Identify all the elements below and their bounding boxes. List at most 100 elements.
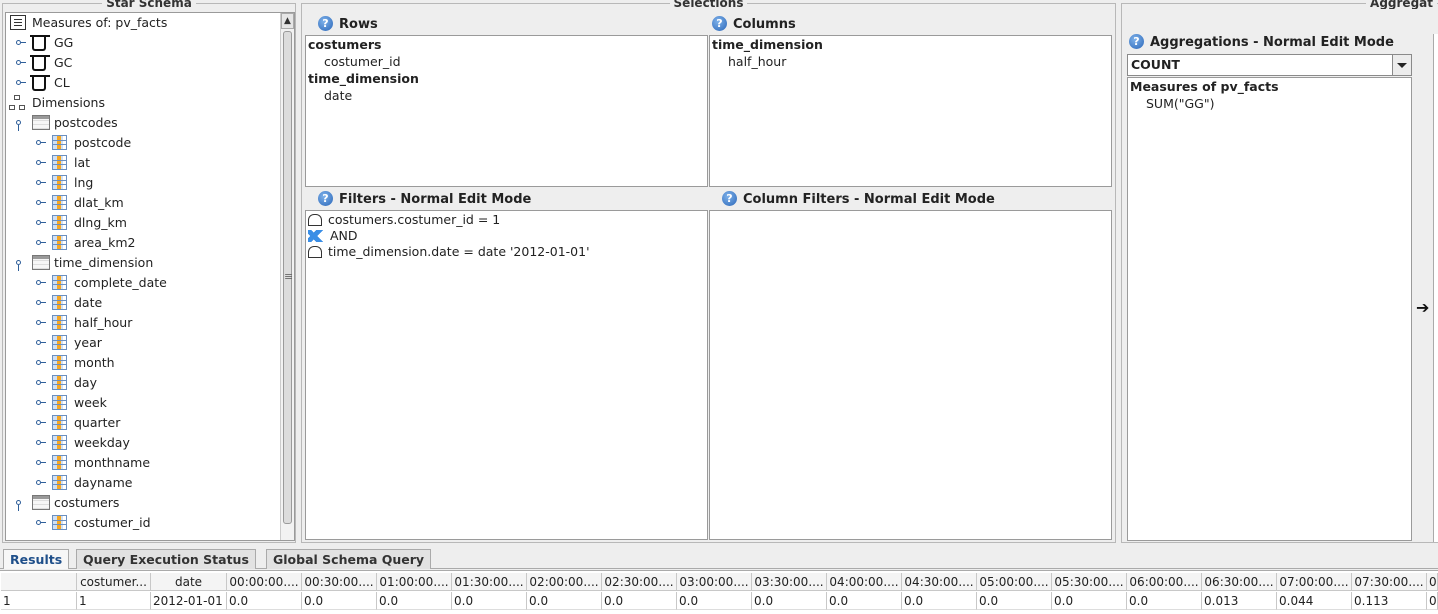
- table-cell[interactable]: 0.0: [302, 592, 377, 610]
- tree-item[interactable]: postcode: [6, 133, 276, 153]
- tree-item[interactable]: complete_date: [6, 273, 276, 293]
- scroll-thumb[interactable]: [283, 31, 292, 524]
- filter-line[interactable]: time_dimension.date = date '2012-01-01': [308, 244, 590, 260]
- chevron-down-icon[interactable]: [1392, 55, 1411, 75]
- table-cell[interactable]: 0.0: [602, 592, 677, 610]
- expand-toggle-icon[interactable]: [16, 33, 26, 53]
- column-header[interactable]: 00:00:00....: [227, 573, 302, 591]
- table-cell[interactable]: 0.0: [1127, 592, 1202, 610]
- table-cell[interactable]: 1: [1, 592, 77, 610]
- table-cell[interactable]: 0.2: [1427, 592, 1438, 610]
- table-cell[interactable]: 0.0: [377, 592, 452, 610]
- tab-global-schema-query[interactable]: Global Schema Query: [266, 549, 432, 569]
- column-filters-box[interactable]: [709, 210, 1112, 540]
- tree-item[interactable]: year: [6, 333, 276, 353]
- tree-item[interactable]: half_hour: [6, 313, 276, 333]
- tree-item[interactable]: dlng_km: [6, 213, 276, 233]
- expand-toggle-icon[interactable]: [36, 193, 46, 213]
- tree-item[interactable]: dayname: [6, 473, 276, 493]
- expand-toggle-icon[interactable]: [16, 53, 26, 73]
- rows-box[interactable]: costumers costumer_id time_dimension dat…: [305, 35, 708, 187]
- tab-results[interactable]: Results: [3, 549, 70, 569]
- tree-item[interactable]: Measures of: pv_facts: [6, 13, 276, 33]
- tree-item[interactable]: time_dimension: [6, 253, 276, 273]
- filter-operator[interactable]: AND: [308, 228, 358, 244]
- table-cell[interactable]: 0.0: [1052, 592, 1127, 610]
- columns-field-half-hour[interactable]: half_hour: [728, 54, 786, 70]
- aggregation-item[interactable]: SUM("GG"): [1146, 96, 1215, 112]
- expand-toggle-icon[interactable]: [16, 73, 26, 93]
- table-cell[interactable]: 0.0: [902, 592, 977, 610]
- expand-toggle-icon[interactable]: [36, 313, 46, 333]
- expand-toggle-icon[interactable]: [36, 433, 46, 453]
- expand-toggle-icon[interactable]: [36, 473, 46, 493]
- help-icon[interactable]: ?: [1129, 34, 1144, 49]
- expand-toggle-icon[interactable]: [36, 513, 46, 533]
- column-header[interactable]: 05:30:00....: [1052, 573, 1127, 591]
- expand-toggle-icon[interactable]: [36, 153, 46, 173]
- column-header[interactable]: 05:00:00....: [977, 573, 1052, 591]
- table-cell[interactable]: 0.044: [1277, 592, 1352, 610]
- tree-item[interactable]: lat: [6, 153, 276, 173]
- filter-line[interactable]: costumers.costumer_id = 1: [308, 212, 500, 228]
- column-header[interactable]: 06:30:00....: [1202, 573, 1277, 591]
- expand-toggle-icon[interactable]: [36, 453, 46, 473]
- columns-box[interactable]: time_dimension half_hour: [709, 35, 1112, 187]
- column-header[interactable]: 01:30:00....: [452, 573, 527, 591]
- tree-item[interactable]: costumer_id: [6, 513, 276, 533]
- tree-item[interactable]: day: [6, 373, 276, 393]
- table-cell[interactable]: 1: [77, 592, 151, 610]
- expand-toggle-icon[interactable]: [36, 413, 46, 433]
- table-cell[interactable]: 0.0: [677, 592, 752, 610]
- column-header[interactable]: 03:00:00....: [677, 573, 752, 591]
- expand-toggle-icon[interactable]: [36, 373, 46, 393]
- collapse-toggle-icon[interactable]: [16, 493, 26, 513]
- tree-item[interactable]: costumers: [6, 493, 276, 513]
- tree-item[interactable]: postcodes: [6, 113, 276, 133]
- arrow-right-icon[interactable]: ➔: [1416, 298, 1429, 317]
- tree-item[interactable]: CL: [6, 73, 276, 93]
- expand-toggle-icon[interactable]: [36, 133, 46, 153]
- table-cell[interactable]: 0.0: [227, 592, 302, 610]
- column-header[interactable]: costumer...: [77, 573, 151, 591]
- column-header[interactable]: 07:30:00....: [1352, 573, 1427, 591]
- tree-item[interactable]: lng: [6, 173, 276, 193]
- collapse-toggle-icon[interactable]: [16, 113, 26, 133]
- column-header[interactable]: 01:00:00....: [377, 573, 452, 591]
- column-header[interactable]: 03:30:00....: [752, 573, 827, 591]
- tree-item[interactable]: area_km2: [6, 233, 276, 253]
- table-cell[interactable]: 0.0: [977, 592, 1052, 610]
- table-cell[interactable]: 0.013: [1202, 592, 1277, 610]
- expand-toggle-icon[interactable]: [36, 393, 46, 413]
- tree-item[interactable]: date: [6, 293, 276, 313]
- rows-field-costumer-id[interactable]: costumer_id: [324, 54, 401, 70]
- expand-toggle-icon[interactable]: [36, 233, 46, 253]
- help-icon[interactable]: ?: [318, 16, 333, 31]
- tree-item[interactable]: quarter: [6, 413, 276, 433]
- expand-toggle-icon[interactable]: [36, 333, 46, 353]
- tree-item[interactable]: weekday: [6, 433, 276, 453]
- aggregation-select[interactable]: COUNT: [1127, 54, 1412, 76]
- collapse-toggle-icon[interactable]: [16, 253, 26, 273]
- column-header[interactable]: 02:00:00....: [527, 573, 602, 591]
- results-table[interactable]: costumer... date 00:00:00.... 00:30:00.... 0…: [0, 570, 1438, 614]
- tree-item[interactable]: dlat_km: [6, 193, 276, 213]
- expand-toggle-icon[interactable]: [36, 213, 46, 233]
- expand-toggle-icon[interactable]: [36, 173, 46, 193]
- table-cell[interactable]: 0.0: [752, 592, 827, 610]
- help-icon[interactable]: ?: [712, 16, 727, 31]
- tree-item[interactable]: month: [6, 353, 276, 373]
- aggregations-box[interactable]: Measures of pv_facts SUM("GG"): [1127, 77, 1412, 541]
- table-cell[interactable]: 0.0: [527, 592, 602, 610]
- help-icon[interactable]: ?: [722, 191, 737, 206]
- expand-toggle-icon[interactable]: [36, 273, 46, 293]
- tree-item[interactable]: Dimensions: [6, 93, 276, 113]
- table-cell[interactable]: 2012-01-01: [151, 592, 227, 610]
- expand-toggle-icon[interactable]: [36, 353, 46, 373]
- tree-item[interactable]: GC: [6, 53, 276, 73]
- column-header[interactable]: 00:30:00....: [302, 573, 377, 591]
- column-header[interactable]: 08:00:00....: [1427, 573, 1438, 591]
- column-header[interactable]: 07:00:00....: [1277, 573, 1352, 591]
- table-cell[interactable]: 0.113: [1352, 592, 1427, 610]
- scroll-up-button[interactable]: ▲: [281, 13, 294, 29]
